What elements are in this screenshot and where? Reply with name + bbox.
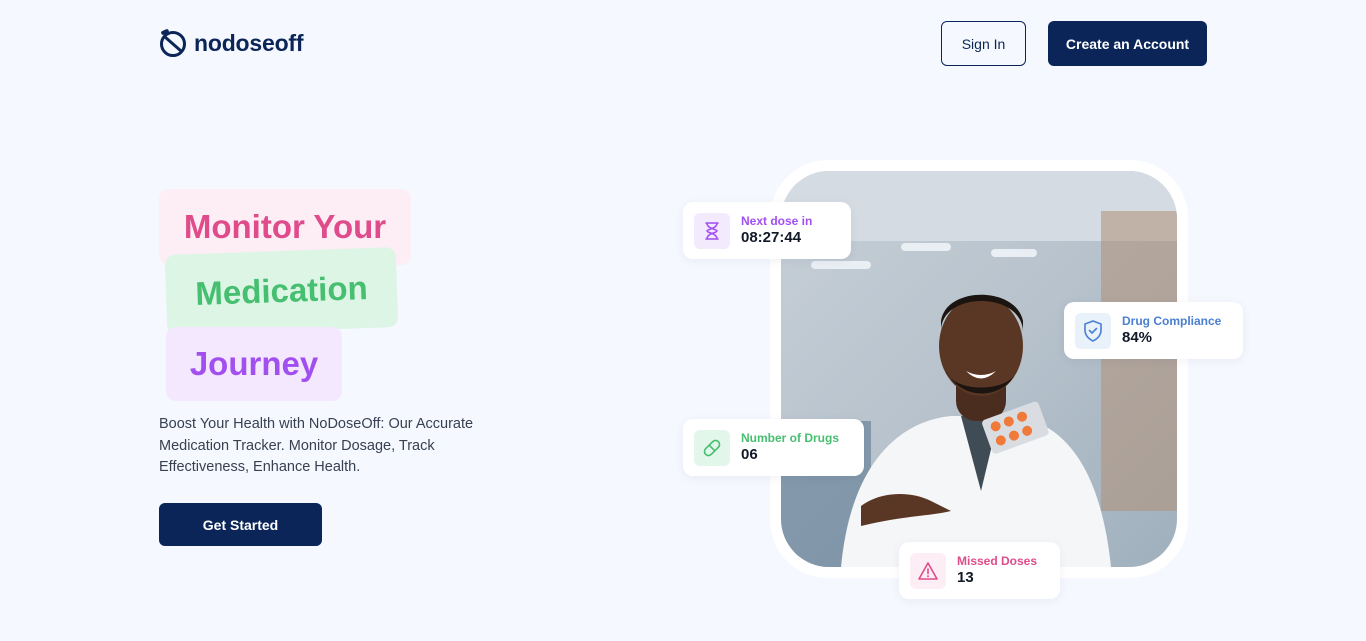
next-dose-card: Next dose in 08:27:44 [683, 202, 851, 259]
shield-check-icon [1075, 312, 1111, 349]
number-of-drugs-card: Number of Drugs 06 [683, 419, 864, 476]
number-of-drugs-value: 06 [741, 446, 758, 463]
brand-name: nodoseoff [194, 29, 304, 56]
missed-doses-value: 13 [957, 569, 974, 586]
sign-in-button[interactable]: Sign In [941, 21, 1026, 66]
next-dose-label: Next dose in [741, 214, 813, 228]
drug-compliance-value: 84% [1122, 329, 1153, 346]
hero-title-line-2: Medication [164, 246, 399, 336]
create-account-button[interactable]: Create an Account [1048, 21, 1207, 66]
logo-icon [160, 29, 186, 57]
hourglass-icon [694, 212, 730, 249]
hero-description: Boost Your Health with NoDoseOff: Our Ac… [159, 416, 474, 475]
brand-logo[interactable]: nodoseoff [158, 28, 304, 58]
next-dose-value: 08:27:44 [741, 229, 802, 246]
get-started-button[interactable]: Get Started [159, 503, 322, 546]
drug-compliance-card: Drug Compliance 84% [1064, 302, 1243, 359]
drug-compliance-label: Drug Compliance [1122, 314, 1222, 328]
number-of-drugs-label: Number of Drugs [741, 431, 840, 445]
warning-icon [910, 552, 946, 589]
missed-doses-card: Missed Doses 13 [899, 542, 1060, 599]
pill-icon [694, 429, 730, 466]
missed-doses-label: Missed Doses [957, 554, 1038, 568]
hero-title-line-3: Journey [166, 327, 342, 401]
